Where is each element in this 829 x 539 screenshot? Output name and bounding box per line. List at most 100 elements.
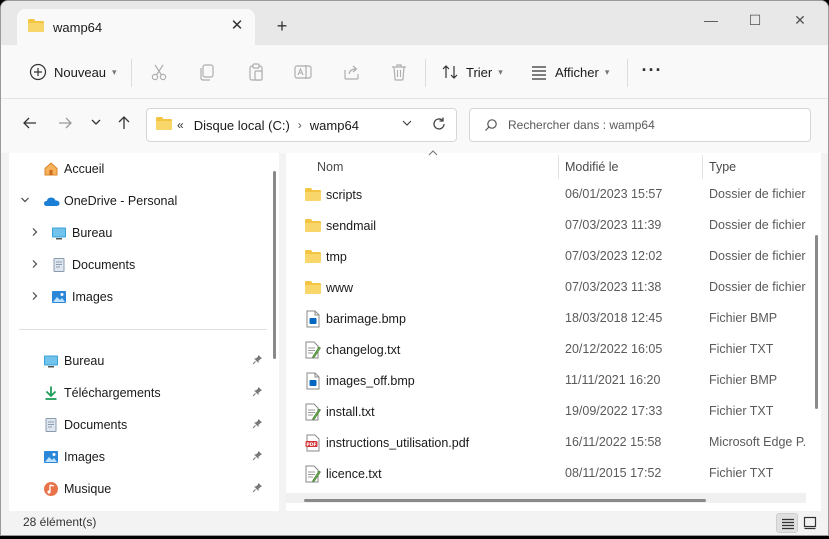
column-header-name[interactable]: Nom [317,153,343,181]
rename-icon[interactable] [293,62,313,82]
tab-close-icon[interactable]: ✕ [229,18,245,34]
file-name-cell[interactable]: changelog.txt [304,334,400,365]
file-row[interactable]: install.txt 19/09/2022 17:33 Fichier TXT [286,396,806,427]
divider [627,59,628,87]
file-name-cell[interactable]: scripts [304,179,362,210]
minimize-button[interactable]: — [700,11,722,29]
file-name: changelog.txt [326,342,401,357]
file-name-cell[interactable]: images_off.bmp [304,365,415,396]
refresh-icon[interactable] [431,116,447,135]
paste-icon[interactable] [246,62,266,82]
file-modified: 18/03/2018 12:45 [565,311,663,325]
column-header-modified[interactable]: Modifié le [565,153,619,181]
status-bar: 28 élément(s) [1,511,828,535]
pin-icon[interactable] [251,482,263,496]
column-header-type[interactable]: Type [709,153,736,181]
chevron-right-icon[interactable] [29,227,41,240]
file-modified: 08/11/2015 17:52 [565,466,662,480]
file-row[interactable]: scripts 06/01/2023 15:57 Dossier de fichie… [286,179,806,210]
file-row[interactable]: PDF instructions_utilisation.pdf 16/11/202… [286,427,806,458]
file-list-horizontal-scrollbar[interactable] [304,499,706,502]
trash-icon[interactable] [389,62,409,82]
desktop-icon [43,353,59,369]
search-box[interactable] [469,108,811,142]
pin-icon[interactable] [251,386,263,400]
chevron-down-icon[interactable] [19,195,31,208]
new-button[interactable]: Nouveau ▾ [29,45,117,99]
pin-icon[interactable] [251,354,263,368]
sidebar-item-bureau[interactable]: Bureau [9,347,262,375]
file-row[interactable]: tmp 07/03/2023 12:02 Dossier de fichiers [286,241,806,272]
cut-icon[interactable] [149,62,169,82]
copy-icon[interactable] [197,62,217,82]
more-options-icon[interactable]: ··· [641,61,663,81]
sidebar-item-onedrive-images[interactable]: Images [9,283,259,311]
navigation-row: « Disque local (C:) › wamp64 [1,99,828,153]
file-row[interactable]: changelog.txt 20/12/2022 16:05 Fichier TXT [286,334,806,365]
sidebar-scrollbar[interactable] [273,171,276,359]
sidebar-item-onedrive[interactable]: OneDrive - Personal [9,187,259,215]
file-type: Fichier TXT [709,466,774,480]
breadcrumb-wamp64[interactable]: wamp64 [310,118,359,133]
chevron-right-icon[interactable] [29,291,41,304]
home-icon [43,161,59,177]
file-name-cell[interactable]: sendmail [304,210,376,241]
breadcrumb-separator[interactable]: › [298,118,302,132]
file-row[interactable]: licence.txt 08/11/2015 17:52 Fichier TXT [286,458,806,489]
file-name-cell[interactable]: www [304,272,353,303]
new-tab-button[interactable]: + [273,17,291,35]
file-name-cell[interactable]: tmp [304,241,347,272]
file-row[interactable]: www 07/03/2023 11:38 Dossier de fichiers [286,272,806,303]
sidebar-item-telechargements[interactable]: Téléchargements [9,379,262,407]
sidebar-divider [19,329,267,330]
file-name: instructions_utilisation.pdf [326,435,470,450]
details-view-button[interactable] [776,513,798,533]
file-name: barimage.bmp [326,311,406,326]
chevron-down-icon: ▾ [112,66,117,77]
file-name-cell[interactable]: barimage.bmp [304,303,406,334]
breadcrumb-disque-local[interactable]: Disque local (C:) [194,118,290,133]
file-list-vertical-scrollbar[interactable] [815,235,818,409]
file-name-cell[interactable]: install.txt [304,396,375,427]
file-row[interactable]: barimage.bmp 18/03/2018 12:45 Fichier BMP [286,303,806,334]
column-divider[interactable] [702,155,703,179]
view-button[interactable]: Afficher ▾ [530,45,609,99]
sidebar-item-accueil[interactable]: Accueil [9,155,259,183]
details-view-icon [781,517,795,534]
sidebar-item-onedrive-bureau[interactable]: Bureau [9,219,259,247]
view-button-label: Afficher [555,64,599,80]
file-row[interactable]: images_off.bmp 11/11/2021 16:20 Fichier BM… [286,365,806,396]
search-input[interactable] [508,118,788,132]
address-bar[interactable]: « Disque local (C:) › wamp64 [146,108,457,142]
column-divider[interactable] [558,155,559,179]
chevron-right-icon[interactable] [29,259,41,272]
share-icon[interactable] [342,62,362,82]
file-modified: 07/03/2023 11:38 [565,280,662,294]
pin-icon[interactable] [251,450,263,464]
maximize-button[interactable]: ☐ [744,11,766,29]
sidebar-item-images[interactable]: Images [9,443,262,471]
file-name-cell[interactable]: PDF instructions_utilisation.pdf [304,427,469,458]
file-row[interactable]: sendmail 07/03/2023 11:39 Dossier de fichi… [286,210,806,241]
sidebar-item-musique[interactable]: Musique [9,475,262,503]
music-icon [43,481,59,497]
images-icon [51,289,67,305]
breadcrumb-overflow[interactable]: « [177,118,184,132]
sort-button[interactable]: Trier ▾ [441,45,503,99]
pin-icon[interactable] [251,418,263,432]
forward-arrow-icon[interactable] [55,115,75,135]
sidebar-item-onedrive-documents[interactable]: Documents [9,251,259,279]
close-window-button[interactable]: ✕ [789,11,811,29]
sidebar-item-label: Bureau [72,226,113,240]
up-arrow-icon[interactable] [114,115,134,135]
sidebar-item-label: OneDrive - Personal [64,194,178,208]
file-name-cell[interactable]: licence.txt [304,458,382,489]
recent-locations-chevron-icon[interactable] [86,115,106,135]
tab-wamp64[interactable]: wamp64 ✕ [17,9,255,45]
file-type: Fichier BMP [709,373,778,387]
tiles-view-button[interactable] [799,513,821,533]
documents-icon [51,257,67,273]
back-arrow-icon[interactable] [20,115,40,135]
sidebar-item-documents[interactable]: Documents [9,411,262,439]
address-dropdown-chevron-icon[interactable] [401,117,413,132]
